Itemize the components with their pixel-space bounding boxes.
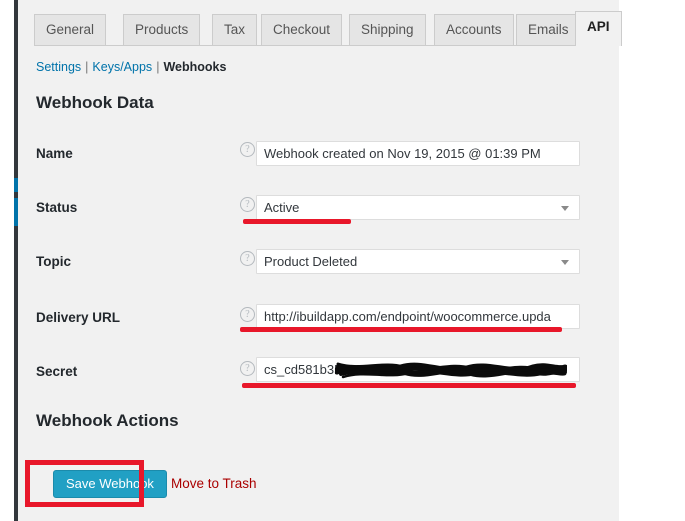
status-select[interactable]: Active (256, 195, 580, 220)
help-icon-secret[interactable]: ? (240, 361, 255, 376)
api-subnav: Settings | Keys/Apps | Webhooks (36, 60, 226, 74)
secret-input[interactable]: cs_cd581b35aa5188358 (256, 357, 580, 382)
help-icon-name[interactable]: ? (240, 142, 255, 157)
help-icon-status[interactable]: ? (240, 197, 255, 212)
secret-visible-prefix: cs_cd581b35aa5188358 (264, 362, 407, 377)
tab-checkout[interactable]: Checkout (261, 14, 343, 45)
tab-accounts-label: Accounts (446, 22, 502, 37)
tab-tax-label: Tax (224, 22, 246, 37)
name-input[interactable]: Webhook created on Nov 19, 2015 @ 01:39 … (256, 141, 580, 166)
tab-general-label: General (46, 22, 95, 37)
tab-products[interactable]: Products (123, 14, 201, 45)
help-icon-topic[interactable]: ? (240, 251, 255, 266)
annotation-underline-status (243, 219, 351, 224)
chevron-down-icon-status[interactable] (561, 206, 569, 211)
subnav-separator-1: | (85, 60, 89, 74)
subnav-item-webhooks[interactable]: Webhooks (163, 60, 226, 74)
annotation-box-save-webhook (25, 460, 144, 507)
delivery-url-label: Delivery URL (36, 310, 121, 325)
annotation-underline-secret (242, 383, 576, 388)
chevron-down-icon-topic[interactable] (561, 260, 569, 265)
secret-label: Secret (36, 364, 78, 379)
tab-emails-label: Emails (528, 22, 569, 37)
tab-checkout-label: Checkout (273, 22, 331, 37)
status-label: Status (36, 200, 78, 215)
subnav-separator-2: | (156, 60, 160, 74)
tab-strip-baseline (34, 45, 619, 46)
tab-products-label: Products (135, 22, 189, 37)
tab-accounts[interactable]: Accounts (434, 14, 514, 45)
help-icon-delivery-url[interactable]: ? (240, 307, 255, 322)
tab-shipping[interactable]: Shipping (349, 14, 426, 45)
subnav-item-keys-apps[interactable]: Keys/Apps (92, 60, 152, 74)
settings-tab-strip: General Products Tax Checkout Shipping A… (18, 0, 622, 46)
tab-tax[interactable]: Tax (212, 14, 258, 45)
tab-api[interactable]: API (575, 11, 622, 46)
move-to-trash-link[interactable]: Move to Trash (171, 476, 257, 491)
settings-page: General Products Tax Checkout Shipping A… (18, 0, 622, 521)
webhook-actions-heading: Webhook Actions (36, 411, 179, 430)
tab-shipping-label: Shipping (361, 22, 414, 37)
subnav-item-settings[interactable]: Settings (36, 60, 81, 74)
tab-emails[interactable]: Emails (516, 14, 581, 45)
topic-label: Topic (36, 254, 71, 269)
tab-general[interactable]: General (34, 14, 107, 45)
topic-select[interactable]: Product Deleted (256, 249, 580, 274)
annotation-underline-delivery-url (240, 327, 562, 332)
tab-api-label: API (587, 19, 610, 34)
delivery-url-input[interactable]: http://ibuildapp.com/endpoint/woocommerc… (256, 304, 580, 329)
name-label: Name (36, 146, 73, 161)
webhook-data-heading: Webhook Data (36, 93, 154, 112)
